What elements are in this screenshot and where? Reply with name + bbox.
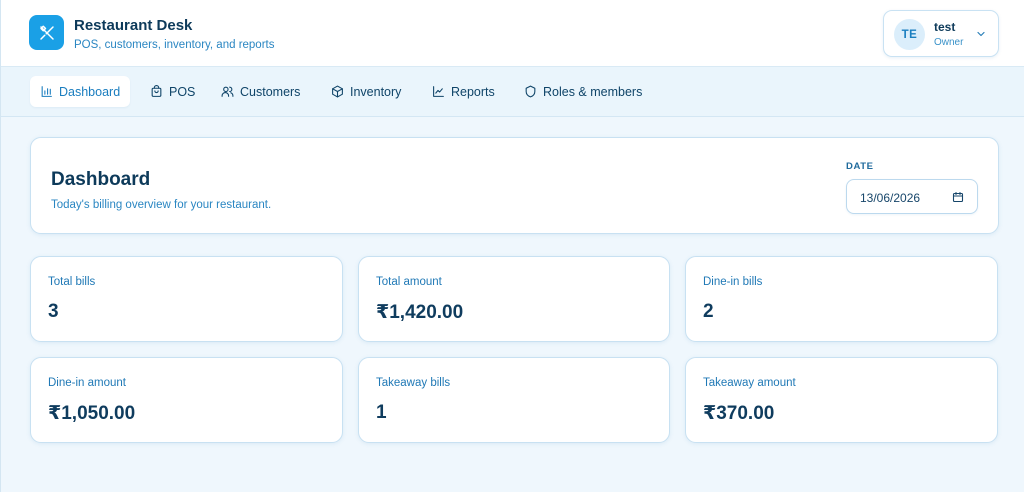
shield-icon: [525, 85, 536, 98]
tab-customers[interactable]: Customers: [211, 76, 310, 107]
tab-roles-members[interactable]: Roles & members: [514, 76, 652, 107]
stat-card-takeaway-amount: Takeaway amount ₹370.00: [685, 357, 998, 443]
page-title: Dashboard: [51, 169, 151, 190]
tab-label: Dashboard: [59, 84, 121, 99]
stat-label: Takeaway bills: [376, 377, 451, 389]
date-value: 13/06/2026: [860, 191, 921, 205]
tab-label: POS: [169, 84, 196, 99]
stat-card-dine-in-bills: Dine-in bills 2: [685, 256, 998, 342]
date-input[interactable]: 13/06/2026: [846, 179, 978, 214]
stat-label: Total bills: [48, 276, 96, 288]
main-nav: Dashboard POS Customers Inventory Report…: [1, 67, 1024, 117]
stat-value: 2: [703, 301, 714, 322]
user-menu-button[interactable]: TE test Owner: [883, 10, 999, 57]
avatar: TE: [894, 19, 925, 50]
calendar-icon[interactable]: [952, 191, 964, 203]
stat-label: Dine-in bills: [703, 276, 763, 288]
box-icon: [332, 85, 343, 98]
tab-inventory[interactable]: Inventory: [321, 76, 411, 107]
stat-value: ₹1,420.00: [376, 302, 464, 323]
users-icon: [221, 86, 234, 97]
stat-card-takeaway-bills: Takeaway bills 1: [358, 357, 670, 443]
user-name: test: [934, 20, 956, 34]
stat-value: 1: [376, 402, 387, 423]
tab-label: Inventory: [350, 84, 402, 99]
stat-label: Dine-in amount: [48, 377, 126, 389]
stat-card-total-bills: Total bills 3: [30, 256, 343, 342]
stat-card-dine-in-amount: Dine-in amount ₹1,050.00: [30, 357, 343, 443]
fork-knife-icon[interactable]: [29, 15, 64, 50]
app-header: Restaurant Desk POS, customers, inventor…: [1, 0, 1024, 67]
tab-label: Reports: [451, 84, 495, 99]
stat-value: 3: [48, 301, 59, 322]
stat-value: ₹1,050.00: [48, 403, 136, 424]
stat-value: ₹370.00: [703, 403, 775, 424]
chevron-down-icon: [977, 31, 985, 37]
app-subtitle: POS, customers, inventory, and reports: [74, 39, 275, 51]
date-label: DATE: [846, 161, 874, 172]
dashboard-header-card: Dashboard Today's billing overview for y…: [30, 137, 999, 234]
shopping-bag-icon: [151, 85, 162, 97]
user-role: Owner: [934, 37, 964, 48]
tab-label: Roles & members: [543, 84, 643, 99]
app-title: Restaurant Desk: [74, 17, 193, 34]
stat-label: Total amount: [376, 276, 442, 288]
tab-pos[interactable]: POS: [140, 76, 205, 107]
tab-label: Customers: [240, 84, 301, 99]
tab-reports[interactable]: Reports: [422, 76, 505, 107]
stat-label: Takeaway amount: [703, 377, 796, 389]
bar-chart-icon: [41, 86, 52, 97]
stat-card-total-amount: Total amount ₹1,420.00: [358, 256, 670, 342]
app-page: Restaurant Desk POS, customers, inventor…: [0, 0, 1024, 492]
tab-dashboard[interactable]: Dashboard: [30, 76, 131, 107]
line-chart-icon: [433, 86, 444, 97]
page-subtitle: Today's billing overview for your restau…: [51, 199, 272, 211]
